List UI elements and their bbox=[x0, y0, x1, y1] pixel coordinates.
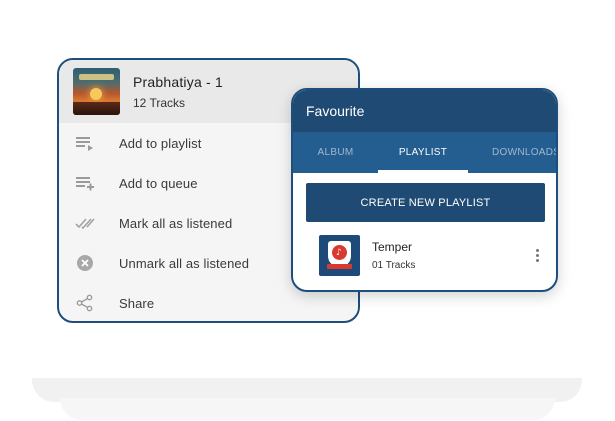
tab-playlist[interactable]: PLAYLIST bbox=[378, 132, 468, 173]
playlist-track-count: 01 Tracks bbox=[372, 259, 416, 271]
album-title: Prabhatiya - 1 bbox=[133, 73, 223, 90]
tab-bar: ALBUM PLAYLIST DOWNLOADS bbox=[293, 132, 556, 173]
playlist-add-icon bbox=[75, 133, 95, 153]
favourite-header: Favourite bbox=[293, 90, 556, 132]
menu-item-label: Add to playlist bbox=[119, 135, 202, 151]
card-shadow-front bbox=[60, 398, 555, 420]
more-vert-icon[interactable] bbox=[530, 245, 544, 265]
queue-add-icon bbox=[75, 173, 95, 193]
album-art bbox=[73, 68, 120, 115]
list-item[interactable]: ♪ Temper 01 Tracks bbox=[319, 234, 544, 276]
create-new-playlist-button[interactable]: CREATE NEW PLAYLIST bbox=[306, 183, 545, 222]
tab-downloads[interactable]: DOWNLOADS bbox=[468, 132, 556, 173]
double-check-icon bbox=[75, 213, 95, 233]
album-track-count: 12 Tracks bbox=[133, 95, 186, 110]
cancel-circle-icon bbox=[75, 253, 95, 273]
menu-item-label: Mark all as listened bbox=[119, 215, 233, 231]
playlist-art: ♪ bbox=[319, 234, 360, 276]
menu-item-label: Unmark all as listened bbox=[119, 255, 250, 271]
page-title: Favourite bbox=[306, 103, 365, 119]
menu-item-label: Add to queue bbox=[119, 175, 198, 191]
tab-album[interactable]: ALBUM bbox=[293, 132, 378, 173]
menu-item-label: Share bbox=[119, 295, 155, 311]
playlist-name: Temper bbox=[372, 239, 413, 254]
share-icon bbox=[75, 293, 95, 313]
favourite-panel: Favourite ALBUM PLAYLIST DOWNLOADS CREAT… bbox=[291, 88, 558, 292]
